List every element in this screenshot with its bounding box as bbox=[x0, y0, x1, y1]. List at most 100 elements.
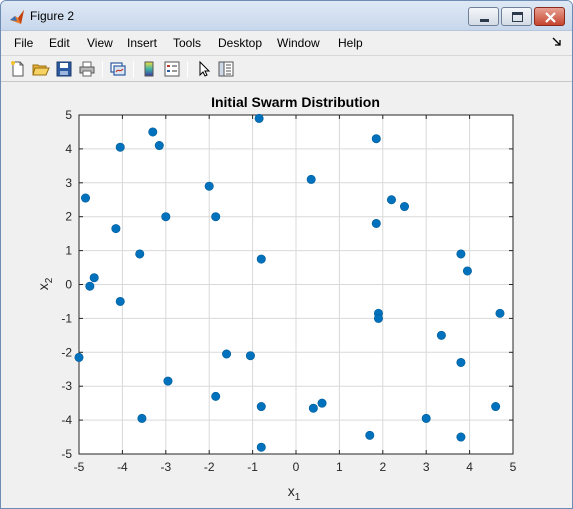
scatter-point bbox=[421, 413, 431, 423]
scatter-point bbox=[85, 281, 95, 291]
insert-colorbar-icon bbox=[144, 61, 154, 77]
insert-legend-button[interactable] bbox=[163, 60, 181, 78]
insert-colorbar-button[interactable] bbox=[140, 60, 158, 78]
print-button[interactable] bbox=[78, 60, 96, 78]
link-plot-icon bbox=[110, 62, 126, 76]
close-icon bbox=[545, 12, 556, 23]
x-tick-label: -5 bbox=[74, 460, 85, 474]
x-tick-labels: -5 -4 -3 -2 -1 0 1 2 3 4 5 bbox=[74, 460, 517, 474]
y-axis-label-subscript: 2 bbox=[44, 277, 55, 283]
scatter-point bbox=[495, 308, 505, 318]
scatter-point bbox=[373, 313, 383, 323]
x-tick-label: 3 bbox=[423, 460, 430, 474]
x-tick-label: -2 bbox=[204, 460, 215, 474]
scatter-point bbox=[161, 212, 171, 222]
print-icon bbox=[79, 61, 95, 77]
open-file-icon bbox=[32, 64, 50, 76]
scatter-plot[interactable]: Initial Swarm Distribution -5 -4 -3 -2 -1 0 1 2… bbox=[0, 82, 571, 507]
menu-file[interactable]: File bbox=[14, 36, 33, 50]
scatter-point bbox=[137, 413, 147, 423]
property-inspector-icon bbox=[218, 61, 234, 77]
scatter-point bbox=[81, 193, 91, 203]
new-figure-icon bbox=[11, 61, 24, 77]
y-tick-label: -3 bbox=[61, 379, 72, 393]
insert-legend-icon bbox=[164, 61, 180, 77]
menu-help[interactable]: Help bbox=[338, 36, 363, 50]
scatter-point bbox=[365, 430, 375, 440]
property-inspector-button[interactable] bbox=[217, 60, 235, 78]
scatter-point bbox=[111, 224, 121, 234]
x-tick-label: 1 bbox=[336, 460, 343, 474]
chart-title: Initial Swarm Distribution bbox=[211, 94, 380, 110]
x-tick-label: -3 bbox=[160, 460, 171, 474]
menu-window[interactable]: Window bbox=[277, 36, 320, 50]
menu-bar: File Edit View Insert Tools Desktop Wind… bbox=[1, 32, 572, 54]
save-button[interactable] bbox=[55, 60, 73, 78]
y-tick-label: -2 bbox=[61, 345, 72, 359]
menu-desktop[interactable]: Desktop bbox=[218, 36, 262, 50]
y-tick-label: 0 bbox=[65, 278, 72, 292]
dock-arrow-icon[interactable] bbox=[552, 37, 562, 47]
scatter-point bbox=[256, 402, 266, 412]
edit-plot-icon bbox=[199, 60, 211, 77]
y-axis-label-base: x bbox=[35, 283, 51, 290]
menu-edit[interactable]: Edit bbox=[49, 36, 70, 50]
y-tick-label: -4 bbox=[61, 413, 72, 427]
y-tick-label: 2 bbox=[65, 210, 72, 224]
scatter-point bbox=[245, 351, 255, 361]
scatter-point bbox=[148, 127, 158, 137]
y-axis-label-group: x2 bbox=[35, 277, 55, 290]
save-icon bbox=[56, 61, 72, 77]
scatter-point bbox=[306, 174, 316, 184]
menu-view[interactable]: View bbox=[87, 36, 113, 50]
scatter-point bbox=[456, 249, 466, 259]
scatter-point bbox=[115, 296, 125, 306]
y-tick-label: -1 bbox=[61, 311, 72, 325]
new-figure-button[interactable] bbox=[9, 60, 27, 78]
window-title: Figure 2 bbox=[30, 9, 75, 23]
y-tick-label: 3 bbox=[65, 176, 72, 190]
scatter-point bbox=[163, 376, 173, 386]
x-tick-label: 2 bbox=[379, 460, 386, 474]
y-tick-label: -5 bbox=[61, 447, 72, 461]
x-tick-label: 4 bbox=[466, 460, 473, 474]
scatter-point bbox=[89, 273, 99, 283]
matlab-logo-icon bbox=[10, 10, 24, 24]
figure-toolbar bbox=[1, 55, 572, 82]
link-plot-button[interactable] bbox=[109, 60, 127, 78]
x-tick-label: 0 bbox=[293, 460, 300, 474]
maximize-button[interactable] bbox=[501, 7, 532, 26]
scatter-point bbox=[462, 266, 472, 276]
menu-insert[interactable]: Insert bbox=[127, 36, 157, 50]
scatter-point bbox=[256, 254, 266, 264]
scatter-point bbox=[74, 352, 84, 362]
y-tick-label: 4 bbox=[65, 142, 72, 156]
scatter-point bbox=[317, 398, 327, 408]
scatter-point bbox=[204, 181, 214, 191]
edit-plot-button[interactable] bbox=[195, 60, 213, 78]
toolbar-separator bbox=[102, 61, 103, 78]
close-button[interactable] bbox=[534, 7, 565, 26]
scatter-point bbox=[491, 402, 501, 412]
title-bar[interactable]: Figure 2 bbox=[1, 1, 572, 31]
scatter-point bbox=[399, 202, 409, 212]
x-tick-label: -1 bbox=[247, 460, 258, 474]
y-tick-label: 5 bbox=[65, 108, 72, 122]
minimize-button[interactable] bbox=[468, 7, 499, 26]
x-tick-label: -4 bbox=[117, 460, 128, 474]
scatter-point bbox=[154, 141, 164, 151]
toolbar-separator bbox=[133, 61, 134, 78]
scatter-point bbox=[456, 357, 466, 367]
scatter-point bbox=[115, 142, 125, 152]
x-axis-label: x1 bbox=[288, 483, 301, 503]
minimize-icon bbox=[480, 19, 489, 22]
open-file-button[interactable] bbox=[32, 60, 50, 78]
scatter-point bbox=[386, 195, 396, 205]
scatter-point bbox=[256, 442, 266, 452]
scatter-point bbox=[222, 349, 232, 359]
y-tick-label: 1 bbox=[65, 244, 72, 258]
menu-tools[interactable]: Tools bbox=[173, 36, 201, 50]
y-axis-label: x2 bbox=[35, 277, 55, 290]
scatter-point bbox=[371, 134, 381, 144]
scatter-point bbox=[254, 113, 264, 123]
